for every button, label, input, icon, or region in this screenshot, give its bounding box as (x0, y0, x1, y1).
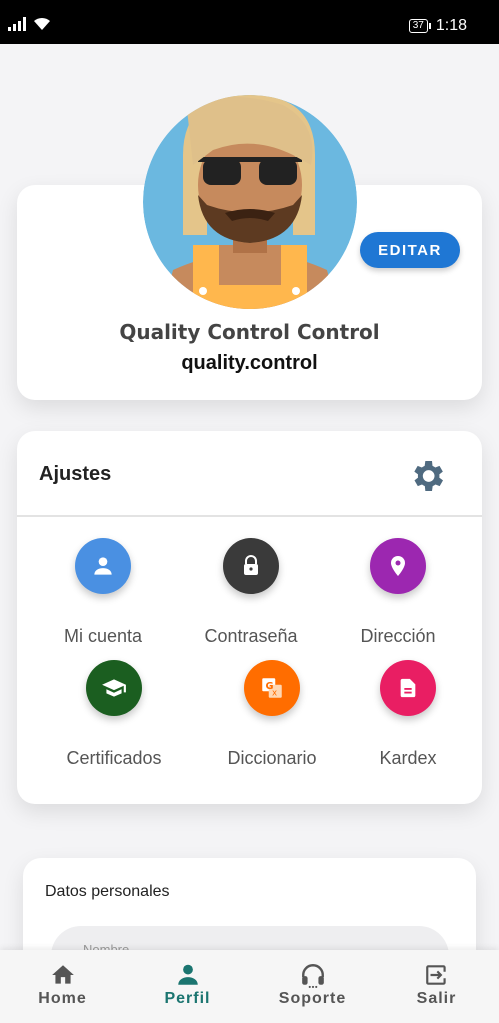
nav-perfil[interactable]: Perfil (125, 962, 250, 1008)
wifi-icon (34, 17, 50, 30)
user-full-name: Quality Control Control (119, 320, 380, 344)
avatar-image (143, 95, 357, 309)
settings-item-label: Kardex (379, 748, 437, 768)
settings-title: Ajustes (39, 463, 112, 485)
edit-profile-button[interactable]: EDITAR (360, 232, 460, 268)
settings-item-contrasena[interactable]: Contraseña (176, 538, 326, 647)
status-bar: 37 1:18 (0, 0, 499, 44)
nav-home[interactable]: Home (0, 962, 125, 1008)
svg-text:x: x (272, 689, 277, 699)
nav-label: Perfil (164, 990, 211, 1007)
personal-data-title: Datos personales (45, 883, 170, 900)
person-icon (75, 538, 131, 594)
signal-icon (8, 17, 26, 31)
exit-icon (425, 965, 446, 985)
nav-label: Soporte (278, 990, 347, 1007)
settings-item-kardex[interactable]: Kardex (333, 660, 483, 769)
settings-item-label: Contraseña (204, 626, 298, 646)
nav-soporte[interactable]: Soporte (250, 962, 375, 1008)
home-icon (51, 965, 74, 984)
document-icon (380, 660, 436, 716)
username: quality.control (181, 352, 318, 374)
settings-item-mi-cuenta[interactable]: Mi cuenta (28, 538, 178, 647)
person-icon (177, 964, 198, 985)
settings-item-direccion[interactable]: Dirección (323, 538, 473, 647)
nav-label: Home (38, 990, 87, 1007)
settings-card: Ajustes Mi cuenta Contraseña Dirección C… (17, 431, 482, 804)
translate-icon: Gx (244, 660, 300, 716)
settings-item-label: Mi cuenta (63, 626, 143, 646)
nav-salir[interactable]: Salir (374, 962, 499, 1008)
settings-item-certificados[interactable]: Certificados (39, 660, 189, 769)
signal-wifi-indicators (8, 15, 52, 31)
nav-label: Salir (416, 990, 457, 1007)
settings-item-label: Certificados (66, 748, 162, 768)
battery-indicator: 37 (408, 19, 432, 33)
divider (17, 515, 482, 517)
bottom-navigation: Home Perfil Soporte Salir (0, 950, 499, 1023)
avatar[interactable] (143, 95, 357, 309)
settings-item-label: Dirección (360, 626, 436, 646)
graduation-cap-icon (86, 660, 142, 716)
settings-item-label: Diccionario (227, 748, 317, 768)
headset-icon (301, 964, 324, 988)
gear-icon[interactable] (407, 456, 447, 496)
location-pin-icon (370, 538, 426, 594)
settings-item-diccionario[interactable]: Gx Diccionario (197, 660, 347, 769)
lock-icon (223, 538, 279, 594)
clock: 1:18 (435, 17, 467, 34)
